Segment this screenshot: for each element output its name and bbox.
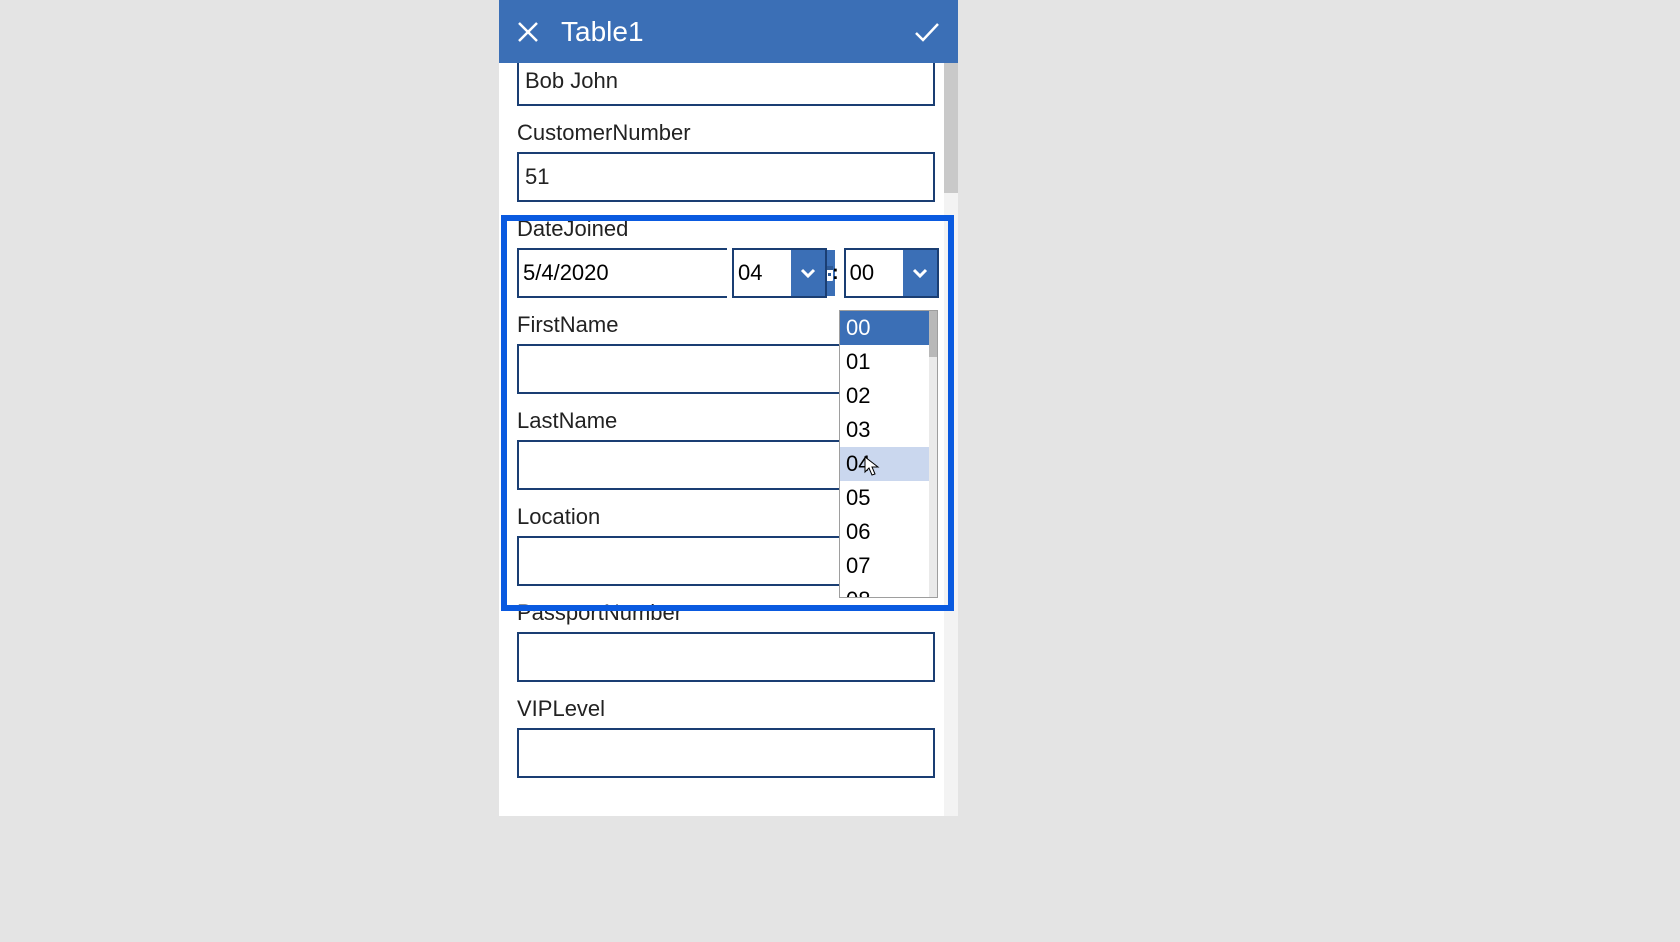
submit-check-icon[interactable] [910,15,944,49]
field-vip-level: VIPLevel [517,696,940,778]
close-icon[interactable] [513,17,543,47]
vip-level-input[interactable] [517,728,935,778]
dropdown-scrollbar[interactable] [929,311,937,597]
vip-level-label: VIPLevel [517,696,940,722]
dropdown-option[interactable]: 07 [840,549,937,583]
chevron-down-icon[interactable] [791,250,825,296]
minute-dropdown-list[interactable]: 00 01 02 03 04 05 06 07 08 [839,310,938,598]
header-bar: Table1 [499,0,958,63]
scrollbar-track[interactable] [944,63,958,816]
passport-number-input[interactable] [517,632,935,682]
field-name [517,63,940,106]
minute-dropdown[interactable]: 00 [844,248,939,298]
field-passport-number: PassportNumber [517,600,940,682]
dropdown-scrollbar-thumb[interactable] [929,311,937,357]
dropdown-option[interactable]: 00 [840,311,937,345]
date-joined-label: DateJoined [517,216,940,242]
dropdown-option[interactable]: 03 [840,413,937,447]
dropdown-option[interactable]: 06 [840,515,937,549]
chevron-down-icon[interactable] [903,250,937,296]
field-date-joined: DateJoined 04 : 00 [517,216,940,298]
scrollbar-thumb[interactable] [944,63,958,193]
page-title: Table1 [561,16,910,48]
name-input[interactable] [517,63,935,106]
time-separator: : [832,262,839,285]
customer-number-label: CustomerNumber [517,120,940,146]
passport-number-label: PassportNumber [517,600,940,626]
dropdown-option[interactable]: 01 [840,345,937,379]
dropdown-option[interactable]: 08 [840,583,937,598]
dropdown-option[interactable]: 02 [840,379,937,413]
hour-dropdown[interactable]: 04 [732,248,827,298]
minute-value: 00 [846,250,903,296]
customer-number-input[interactable] [517,152,935,202]
dropdown-option[interactable]: 04 [840,447,937,481]
hour-value: 04 [734,250,791,296]
field-customer-number: CustomerNumber [517,120,940,202]
dropdown-option[interactable]: 05 [840,481,937,515]
date-input-wrap [517,248,727,298]
